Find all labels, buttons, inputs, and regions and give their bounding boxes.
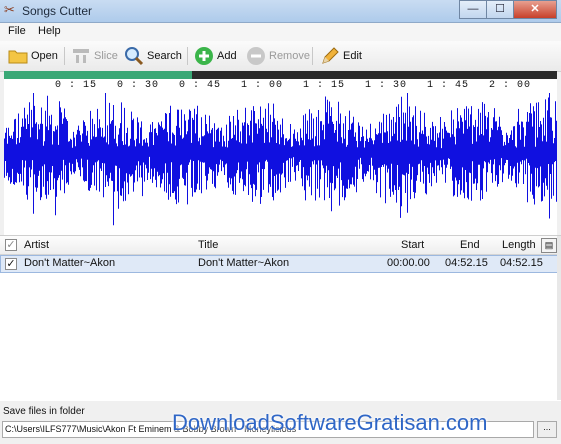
menu-bar: File Help [0, 23, 561, 41]
pencil-icon [320, 46, 340, 66]
waveform-signal [4, 78, 557, 226]
app-window: ✂ Songs Cutter — ☐ ✕ File Help Open Slic… [0, 0, 561, 444]
time-tick: 1 : 15 [302, 80, 346, 91]
remove-button[interactable]: Remove [246, 45, 310, 67]
time-tick: 1 : 45 [426, 80, 470, 91]
column-artist[interactable]: Artist [24, 239, 49, 251]
time-tick: 1 : 00 [240, 80, 284, 91]
save-folder-label: Save files in folder [3, 406, 85, 417]
toolbar-divider [64, 47, 65, 65]
slice-icon [71, 46, 91, 66]
maximize-button[interactable]: ☐ [486, 0, 514, 19]
search-icon [124, 46, 144, 66]
row-checkbox[interactable]: ✓ [5, 258, 17, 270]
browse-folder-button[interactable]: ... [537, 421, 557, 438]
window-controls: — ☐ ✕ [459, 0, 557, 19]
toolbar-divider [187, 47, 188, 65]
window-title: Songs Cutter [22, 4, 93, 18]
row-start: 00:00.00 [387, 257, 430, 269]
time-tick: 0 : 30 [116, 80, 160, 91]
plus-icon [194, 46, 214, 66]
watermark-text: DownloadSoftwareGratisan.com [172, 410, 488, 435]
close-button[interactable]: ✕ [513, 0, 557, 19]
row-end: 04:52.15 [445, 257, 488, 269]
row-artist: Don't Matter~Akon [24, 257, 116, 269]
menu-help[interactable]: Help [38, 25, 61, 37]
waveform-graph [4, 78, 557, 226]
minus-icon [246, 46, 266, 66]
select-all-checkbox[interactable]: ✓ [5, 239, 17, 251]
edit-button[interactable]: Edit [320, 45, 362, 67]
waveform-view[interactable] [4, 78, 557, 235]
column-start[interactable]: Start [401, 239, 424, 251]
open-label: Open [31, 50, 58, 62]
folder-icon [8, 46, 28, 66]
search-button[interactable]: Search [124, 45, 182, 67]
time-tick: 1 : 30 [364, 80, 408, 91]
time-ruler: 0 : 15 0 : 30 0 : 45 1 : 00 1 : 15 1 : 3… [4, 79, 557, 93]
add-label: Add [217, 50, 237, 62]
open-button[interactable]: Open [8, 45, 58, 67]
time-tick: 0 : 45 [178, 80, 222, 91]
list-scrollbar[interactable] [557, 236, 561, 400]
time-tick: 2 : 00 [488, 80, 532, 91]
minimize-button[interactable]: — [459, 0, 487, 19]
playback-progress-bar[interactable] [4, 71, 557, 79]
column-chooser-button[interactable]: ▤ [541, 238, 557, 253]
search-label: Search [147, 50, 182, 62]
scissors-app-icon: ✂ [4, 2, 15, 17]
title-bar[interactable]: ✂ Songs Cutter — ☐ ✕ [0, 0, 561, 23]
column-length[interactable]: Length [502, 239, 536, 251]
toolbar: Open Slice Search Add Remove Edit [0, 41, 561, 72]
remove-label: Remove [269, 50, 310, 62]
time-tick: 0 : 15 [54, 80, 98, 91]
add-button[interactable]: Add [194, 45, 237, 67]
slice-label: Slice [94, 50, 118, 62]
column-title[interactable]: Title [198, 239, 218, 251]
playback-progress-fill [4, 71, 193, 79]
edit-label: Edit [343, 50, 362, 62]
column-end[interactable]: End [460, 239, 480, 251]
track-list-header: ✓ Artist Title Start End Length ▤ [0, 236, 561, 255]
menu-file[interactable]: File [8, 25, 26, 37]
track-list: ✓ Artist Title Start End Length ▤ ✓ Don'… [0, 235, 561, 402]
row-length: 04:52.15 [500, 257, 543, 269]
row-title: Don't Matter~Akon [198, 257, 290, 269]
slice-button[interactable]: Slice [71, 45, 118, 67]
toolbar-divider [312, 47, 313, 65]
table-row[interactable]: ✓ Don't Matter~Akon Don't Matter~Akon 00… [0, 255, 560, 273]
